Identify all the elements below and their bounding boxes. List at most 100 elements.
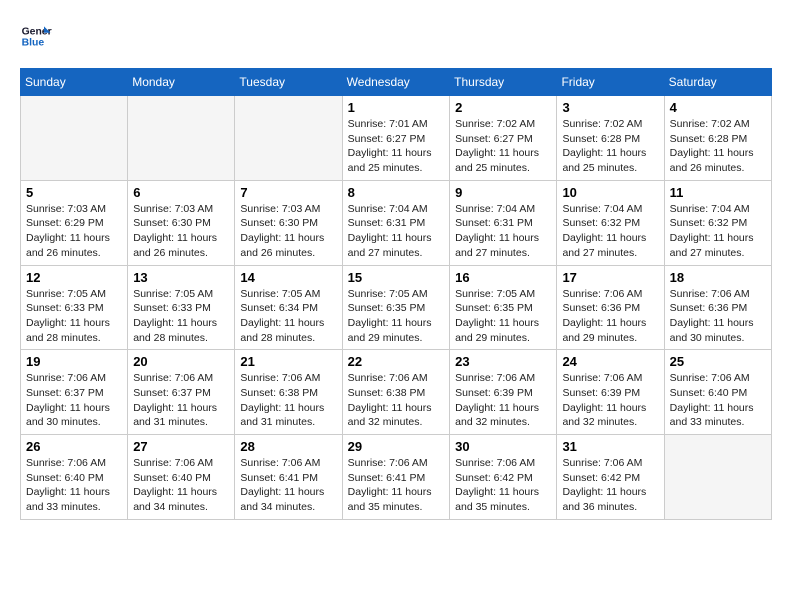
calendar-cell: 4 Sunrise: 7:02 AMSunset: 6:28 PMDaylight…: [664, 96, 771, 181]
calendar-cell: 28 Sunrise: 7:06 AMSunset: 6:41 PMDayligh…: [235, 435, 342, 520]
day-info: Sunrise: 7:02 AMSunset: 6:28 PMDaylight:…: [670, 117, 766, 176]
day-info: Sunrise: 7:06 AMSunset: 6:36 PMDaylight:…: [562, 287, 658, 346]
day-info: Sunrise: 7:06 AMSunset: 6:36 PMDaylight:…: [670, 287, 766, 346]
calendar-cell: 18 Sunrise: 7:06 AMSunset: 6:36 PMDayligh…: [664, 265, 771, 350]
page-header: General Blue: [20, 20, 772, 52]
day-info: Sunrise: 7:04 AMSunset: 6:31 PMDaylight:…: [455, 202, 551, 261]
calendar-cell: 14 Sunrise: 7:05 AMSunset: 6:34 PMDayligh…: [235, 265, 342, 350]
day-number: 17: [562, 270, 658, 285]
day-number: 3: [562, 100, 658, 115]
calendar-cell: 19 Sunrise: 7:06 AMSunset: 6:37 PMDayligh…: [21, 350, 128, 435]
day-number: 25: [670, 354, 766, 369]
day-info: Sunrise: 7:03 AMSunset: 6:29 PMDaylight:…: [26, 202, 122, 261]
calendar-table: SundayMondayTuesdayWednesdayThursdayFrid…: [20, 68, 772, 520]
day-number: 8: [348, 185, 444, 200]
day-number: 23: [455, 354, 551, 369]
day-info: Sunrise: 7:06 AMSunset: 6:37 PMDaylight:…: [133, 371, 229, 430]
weekday-header-sunday: Sunday: [21, 69, 128, 96]
calendar-cell: 3 Sunrise: 7:02 AMSunset: 6:28 PMDaylight…: [557, 96, 664, 181]
logo-icon: General Blue: [20, 20, 52, 52]
day-info: Sunrise: 7:06 AMSunset: 6:39 PMDaylight:…: [562, 371, 658, 430]
day-info: Sunrise: 7:06 AMSunset: 6:41 PMDaylight:…: [240, 456, 336, 515]
weekday-header-monday: Monday: [128, 69, 235, 96]
calendar-cell: 7 Sunrise: 7:03 AMSunset: 6:30 PMDaylight…: [235, 180, 342, 265]
calendar-cell: [235, 96, 342, 181]
day-info: Sunrise: 7:06 AMSunset: 6:42 PMDaylight:…: [562, 456, 658, 515]
calendar-cell: 24 Sunrise: 7:06 AMSunset: 6:39 PMDayligh…: [557, 350, 664, 435]
day-number: 16: [455, 270, 551, 285]
day-number: 18: [670, 270, 766, 285]
day-info: Sunrise: 7:06 AMSunset: 6:37 PMDaylight:…: [26, 371, 122, 430]
day-info: Sunrise: 7:05 AMSunset: 6:33 PMDaylight:…: [133, 287, 229, 346]
day-number: 2: [455, 100, 551, 115]
calendar-cell: 11Sunrise: 7:04 AMSunset: 6:32 PMDayligh…: [664, 180, 771, 265]
day-number: 5: [26, 185, 122, 200]
calendar-cell: 20Sunrise: 7:06 AMSunset: 6:37 PMDayligh…: [128, 350, 235, 435]
weekday-header-saturday: Saturday: [664, 69, 771, 96]
calendar-cell: 31Sunrise: 7:06 AMSunset: 6:42 PMDayligh…: [557, 435, 664, 520]
calendar-cell: 29Sunrise: 7:06 AMSunset: 6:41 PMDayligh…: [342, 435, 449, 520]
day-info: Sunrise: 7:03 AMSunset: 6:30 PMDaylight:…: [133, 202, 229, 261]
week-row-2: 5 Sunrise: 7:03 AMSunset: 6:29 PMDaylight…: [21, 180, 772, 265]
week-row-3: 12 Sunrise: 7:05 AMSunset: 6:33 PMDayligh…: [21, 265, 772, 350]
weekday-header-row: SundayMondayTuesdayWednesdayThursdayFrid…: [21, 69, 772, 96]
calendar-cell: 1Sunrise: 7:01 AMSunset: 6:27 PMDaylight…: [342, 96, 449, 181]
calendar-cell: 30Sunrise: 7:06 AMSunset: 6:42 PMDayligh…: [450, 435, 557, 520]
calendar-cell: [21, 96, 128, 181]
day-number: 21: [240, 354, 336, 369]
day-info: Sunrise: 7:06 AMSunset: 6:40 PMDaylight:…: [26, 456, 122, 515]
week-row-4: 19 Sunrise: 7:06 AMSunset: 6:37 PMDayligh…: [21, 350, 772, 435]
day-info: Sunrise: 7:04 AMSunset: 6:32 PMDaylight:…: [562, 202, 658, 261]
calendar-cell: 6 Sunrise: 7:03 AMSunset: 6:30 PMDaylight…: [128, 180, 235, 265]
calendar-cell: 2 Sunrise: 7:02 AMSunset: 6:27 PMDaylight…: [450, 96, 557, 181]
day-info: Sunrise: 7:05 AMSunset: 6:35 PMDaylight:…: [455, 287, 551, 346]
calendar-cell: 17 Sunrise: 7:06 AMSunset: 6:36 PMDayligh…: [557, 265, 664, 350]
calendar-cell: [664, 435, 771, 520]
day-info: Sunrise: 7:05 AMSunset: 6:33 PMDaylight:…: [26, 287, 122, 346]
calendar-cell: 27 Sunrise: 7:06 AMSunset: 6:40 PMDayligh…: [128, 435, 235, 520]
day-info: Sunrise: 7:06 AMSunset: 6:40 PMDaylight:…: [133, 456, 229, 515]
day-number: 14: [240, 270, 336, 285]
calendar-cell: 9 Sunrise: 7:04 AMSunset: 6:31 PMDaylight…: [450, 180, 557, 265]
day-number: 24: [562, 354, 658, 369]
day-number: 10: [562, 185, 658, 200]
day-number: 29: [348, 439, 444, 454]
day-number: 12: [26, 270, 122, 285]
day-number: 19: [26, 354, 122, 369]
weekday-header-thursday: Thursday: [450, 69, 557, 96]
day-info: Sunrise: 7:05 AMSunset: 6:35 PMDaylight:…: [348, 287, 444, 346]
logo: General Blue: [20, 20, 56, 52]
day-info: Sunrise: 7:02 AMSunset: 6:27 PMDaylight:…: [455, 117, 551, 176]
calendar-cell: 15 Sunrise: 7:05 AMSunset: 6:35 PMDayligh…: [342, 265, 449, 350]
day-info: Sunrise: 7:02 AMSunset: 6:28 PMDaylight:…: [562, 117, 658, 176]
weekday-header-tuesday: Tuesday: [235, 69, 342, 96]
day-number: 4: [670, 100, 766, 115]
day-number: 22: [348, 354, 444, 369]
calendar-cell: [128, 96, 235, 181]
calendar-cell: 10 Sunrise: 7:04 AMSunset: 6:32 PMDayligh…: [557, 180, 664, 265]
day-number: 27: [133, 439, 229, 454]
day-number: 9: [455, 185, 551, 200]
day-number: 11: [670, 185, 766, 200]
day-info: Sunrise: 7:06 AMSunset: 6:42 PMDaylight:…: [455, 456, 551, 515]
day-info: Sunrise: 7:06 AMSunset: 6:38 PMDaylight:…: [240, 371, 336, 430]
day-info: Sunrise: 7:06 AMSunset: 6:39 PMDaylight:…: [455, 371, 551, 430]
calendar-cell: 16 Sunrise: 7:05 AMSunset: 6:35 PMDayligh…: [450, 265, 557, 350]
calendar-cell: 12 Sunrise: 7:05 AMSunset: 6:33 PMDayligh…: [21, 265, 128, 350]
calendar-cell: 23 Sunrise: 7:06 AMSunset: 6:39 PMDayligh…: [450, 350, 557, 435]
day-number: 26: [26, 439, 122, 454]
day-number: 28: [240, 439, 336, 454]
day-number: 15: [348, 270, 444, 285]
calendar-cell: 8 Sunrise: 7:04 AMSunset: 6:31 PMDaylight…: [342, 180, 449, 265]
calendar-cell: 5 Sunrise: 7:03 AMSunset: 6:29 PMDaylight…: [21, 180, 128, 265]
calendar-cell: 21 Sunrise: 7:06 AMSunset: 6:38 PMDayligh…: [235, 350, 342, 435]
day-info: Sunrise: 7:05 AMSunset: 6:34 PMDaylight:…: [240, 287, 336, 346]
calendar-cell: 26 Sunrise: 7:06 AMSunset: 6:40 PMDayligh…: [21, 435, 128, 520]
day-number: 7: [240, 185, 336, 200]
svg-text:Blue: Blue: [22, 38, 45, 49]
day-number: 13: [133, 270, 229, 285]
day-info: Sunrise: 7:04 AMSunset: 6:31 PMDaylight:…: [348, 202, 444, 261]
day-info: Sunrise: 7:03 AMSunset: 6:30 PMDaylight:…: [240, 202, 336, 261]
day-number: 6: [133, 185, 229, 200]
day-info: Sunrise: 7:06 AMSunset: 6:38 PMDaylight:…: [348, 371, 444, 430]
